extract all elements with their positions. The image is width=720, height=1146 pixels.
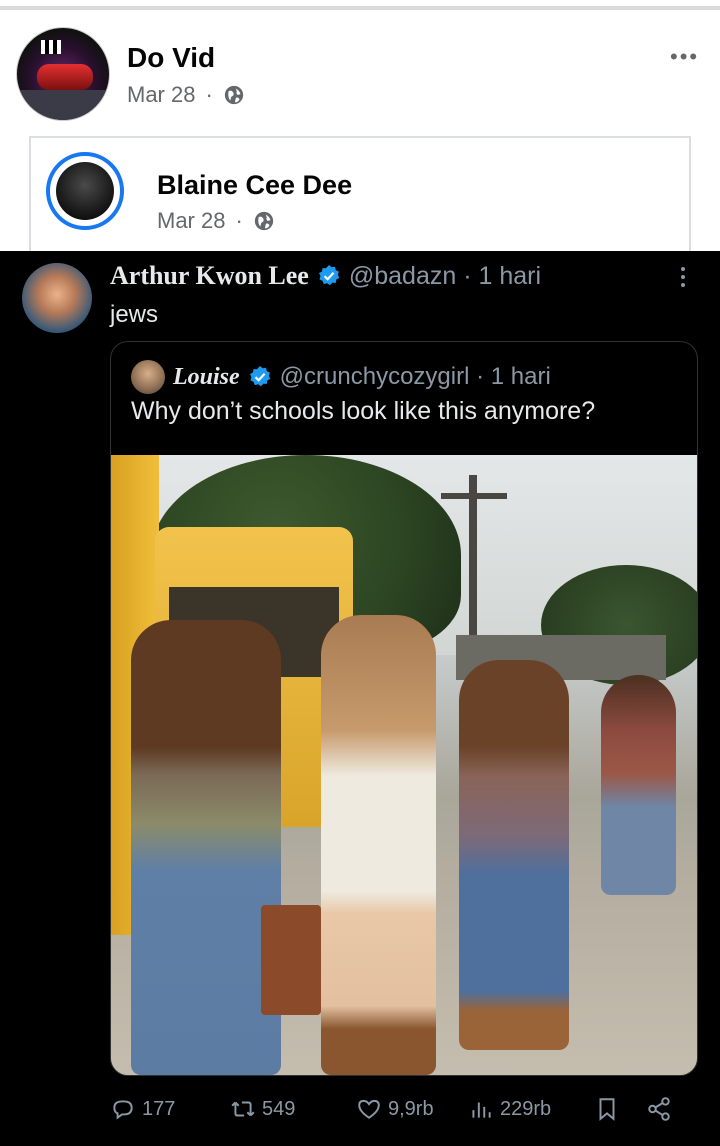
- post-meta: Mar 28 ·: [127, 82, 245, 108]
- views-indicator: 229rb: [468, 1096, 551, 1122]
- race-car-icon: [37, 64, 93, 90]
- more-options-button[interactable]: •••: [670, 44, 699, 70]
- shared-post-date[interactable]: Mar 28: [157, 208, 225, 234]
- checkered-flag-icon: [41, 40, 61, 54]
- shared-author-name[interactable]: Blaine Cee Dee: [157, 170, 352, 201]
- bookmark-icon: [599, 1098, 615, 1121]
- views-count: 229rb: [500, 1097, 552, 1120]
- quoted-tweet: Louise @crunchycozygirl · 1 hari Why don…: [110, 341, 698, 1076]
- photo-person: [131, 620, 281, 1075]
- shared-post-meta: Mar 28 ·: [157, 208, 275, 234]
- photo-person: [601, 675, 676, 895]
- tweet-action-bar: 177 549 9,9rb 229rb: [110, 1096, 700, 1136]
- globe-icon: [224, 85, 243, 105]
- meta-separator: ·: [235, 208, 243, 233]
- photo-person: [459, 660, 569, 1050]
- post-header: Do Vid Mar 28 · •••: [0, 22, 720, 122]
- tweet-screenshot[interactable]: Arthur Kwon Lee @badazn · 1 hari jews Lo…: [0, 251, 720, 1146]
- author-name[interactable]: Do Vid: [127, 42, 215, 74]
- photo-utility-pole-bar: [441, 493, 507, 499]
- tweet-header: Arthur Kwon Lee @badazn · 1 hari: [110, 261, 541, 291]
- reply-icon: [113, 1100, 133, 1120]
- meta-separator: ·: [205, 82, 213, 107]
- shared-author-avatar: [56, 162, 114, 220]
- quoted-handle-time: @crunchycozygirl · 1 hari: [279, 363, 551, 390]
- quoted-tweet-photo: [111, 455, 697, 1075]
- tweet-more-icon: [680, 267, 686, 289]
- verified-badge-icon: [318, 265, 340, 286]
- reply-button: 177: [110, 1096, 175, 1122]
- retweet-button: 549: [230, 1096, 295, 1122]
- like-button: 9,9rb: [356, 1096, 434, 1122]
- heart-icon: [358, 1099, 380, 1119]
- views-chart-icon: [472, 1102, 491, 1118]
- globe-icon: [254, 211, 273, 231]
- reply-count: 177: [142, 1097, 176, 1120]
- author-avatar[interactable]: [16, 27, 110, 121]
- quoted-tweet-text: Why don’t schools look like this anymore…: [131, 397, 596, 425]
- shared-post-card: Blaine Cee Dee Mar 28 ·: [29, 136, 691, 266]
- verified-badge-icon: [249, 366, 270, 387]
- quoted-author-name: Louise: [173, 363, 240, 390]
- photo-handbag: [261, 905, 321, 1015]
- bookmark-button: [594, 1096, 620, 1122]
- tweet-text: jews: [110, 301, 159, 328]
- share-button: [646, 1096, 672, 1122]
- share-icon: [648, 1097, 670, 1121]
- shared-author-avatar-ring[interactable]: [46, 152, 124, 230]
- quoted-author-avatar: [131, 360, 165, 394]
- retweet-icon: [231, 1101, 255, 1117]
- tweet-author-avatar: [22, 263, 92, 333]
- top-divider: [0, 6, 720, 10]
- retweet-count: 549: [262, 1097, 296, 1120]
- quoted-tweet-header: Louise @crunchycozygirl · 1 hari: [131, 360, 551, 394]
- post-date[interactable]: Mar 28: [127, 82, 195, 108]
- avatar-road: [17, 90, 109, 120]
- tweet-author-name: Arthur Kwon Lee: [110, 261, 309, 290]
- tweet-handle-time: @badazn · 1 hari: [348, 261, 542, 290]
- photo-person: [321, 615, 436, 1075]
- like-count: 9,9rb: [388, 1097, 434, 1120]
